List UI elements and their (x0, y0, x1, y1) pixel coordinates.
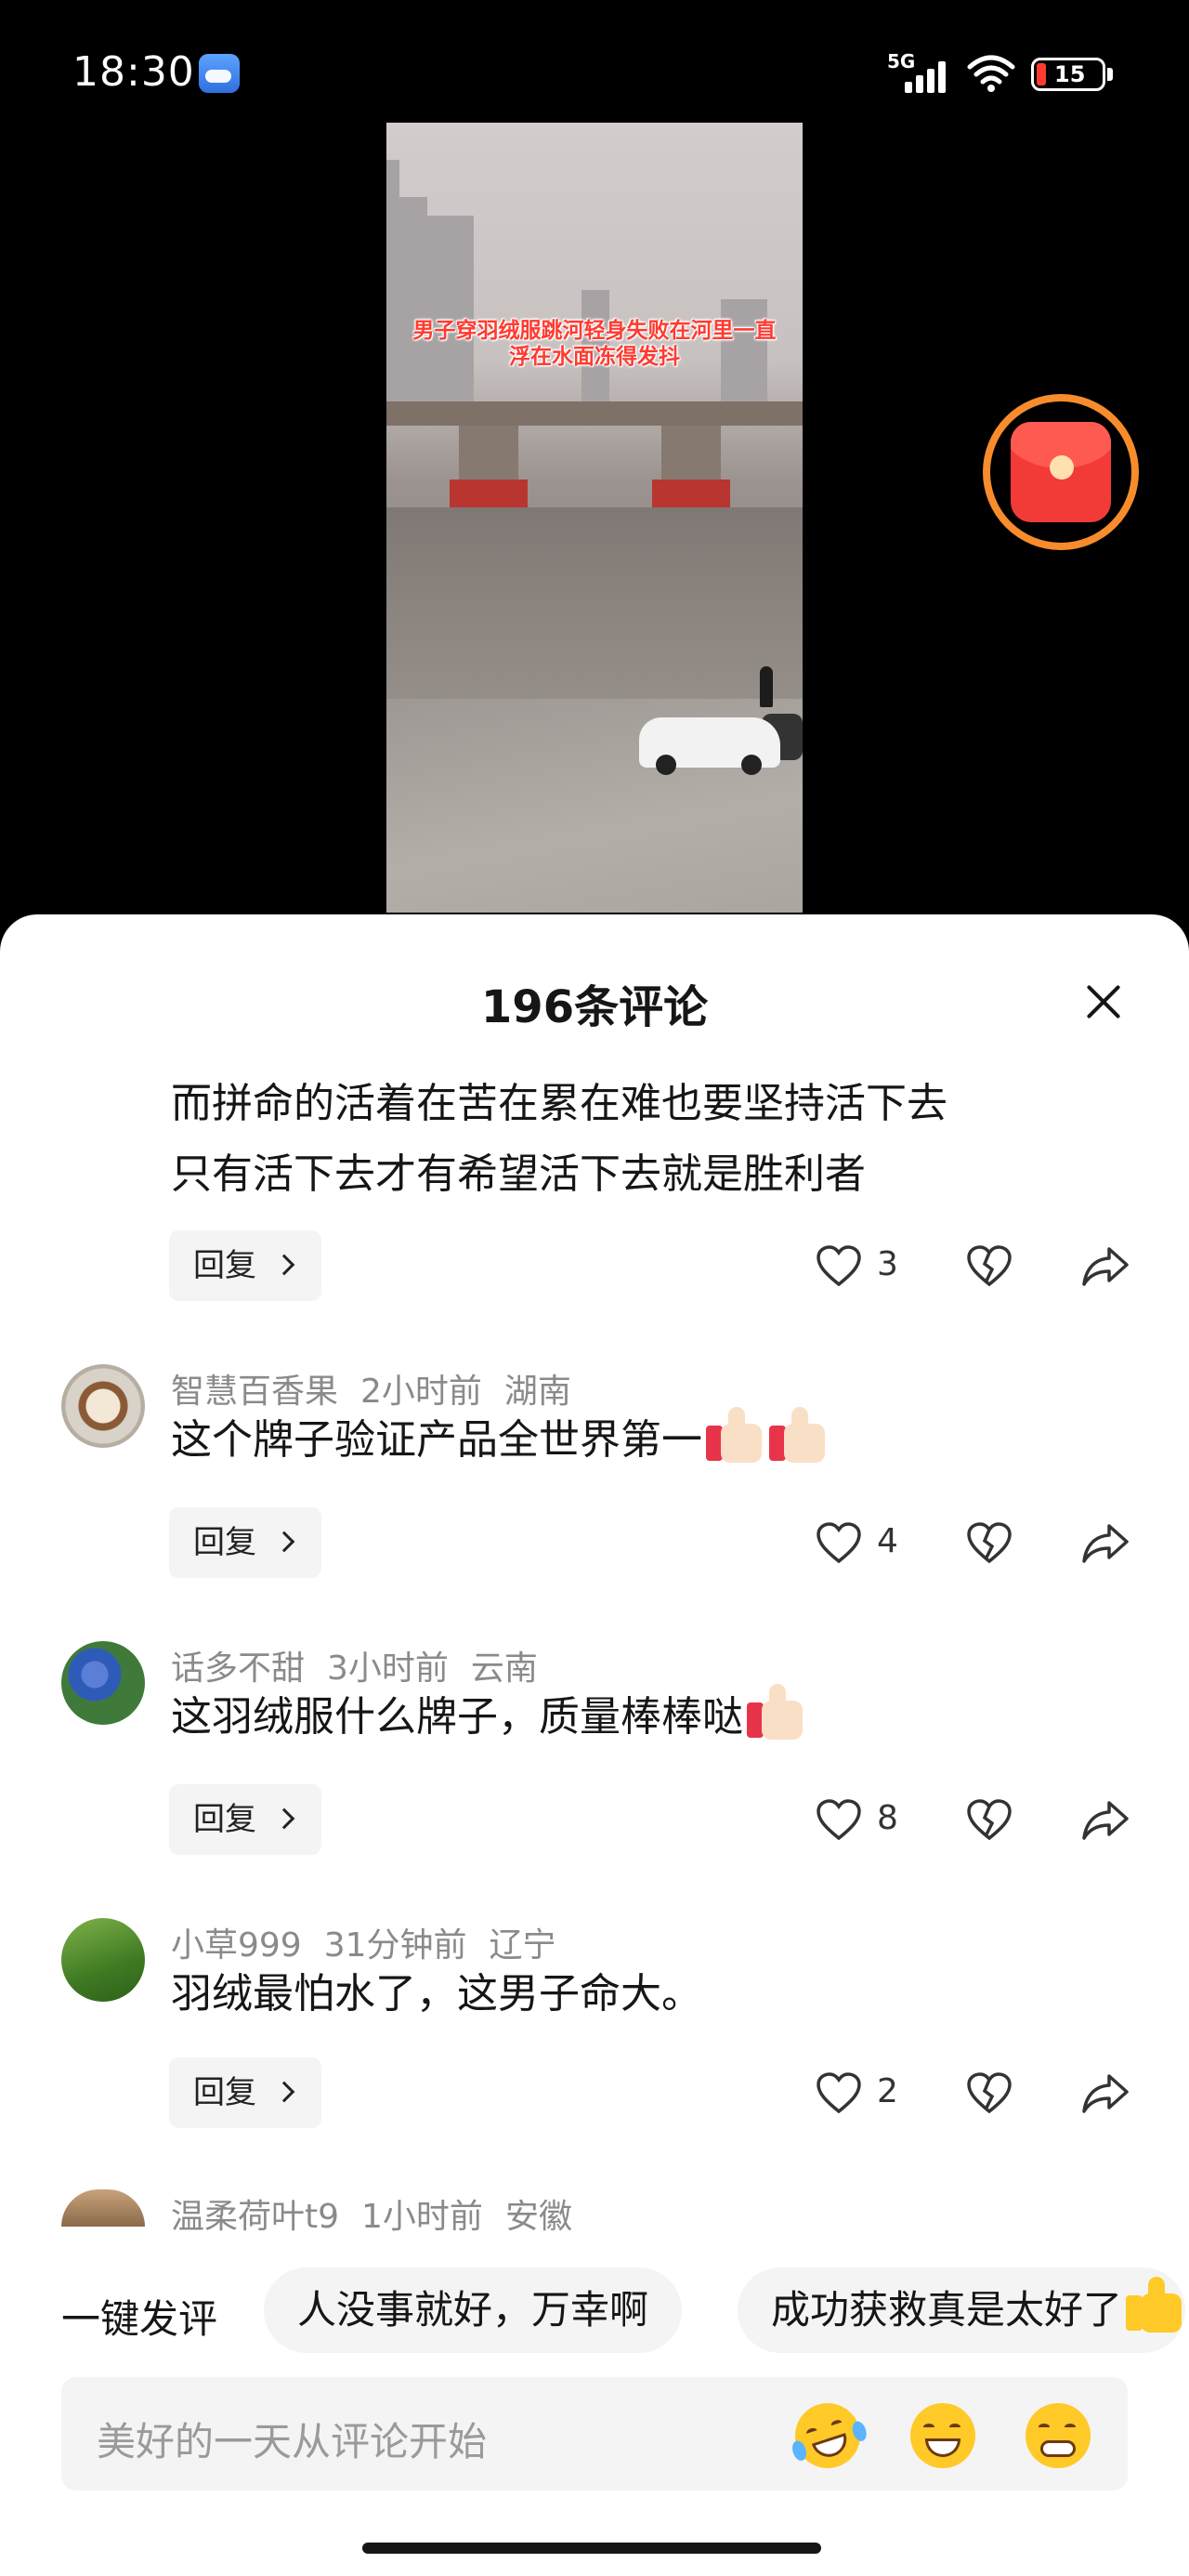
home-indicator[interactable] (362, 2543, 821, 2554)
signal-icon (905, 61, 946, 93)
red-packet-icon[interactable] (983, 394, 1139, 550)
comment-text-line: 而拼命的活着在苦在累在难也要坚持活下去 (171, 1080, 947, 1127)
thumbs-up-emoji (1124, 2275, 1185, 2334)
like-count: 2 (877, 2072, 898, 2110)
status-bar: 18:30 5G 15 (0, 0, 1189, 121)
broken-heart-icon[interactable] (966, 1522, 1013, 1565)
thumbs-up-emoji (704, 1405, 765, 1465)
reply-label: 回复 (193, 1524, 256, 1561)
comment-input[interactable]: 美好的一天从评论开始 (61, 2377, 1128, 2491)
reply-button[interactable]: 回复 (169, 2057, 321, 2128)
weather-icon (199, 54, 240, 93)
comment-input-placeholder: 美好的一天从评论开始 (97, 2419, 488, 2464)
broken-heart-icon[interactable] (966, 1799, 1013, 1842)
reply-button[interactable]: 回复 (169, 1230, 321, 1301)
quick-reply-bar: 一键发评 人没事就好，万幸啊 成功获救真是太好了 (0, 2267, 1189, 2353)
laughing-tears-emoji[interactable] (786, 2394, 869, 2477)
red-packet-coin (1050, 455, 1074, 480)
avatar[interactable] (61, 1364, 145, 1448)
reply-button[interactable]: 回复 (169, 1784, 321, 1855)
comment-text: 这个牌子验证产品全世界第一 (171, 1405, 829, 1476)
wifi-icon (967, 55, 1015, 92)
chevron-right-icon (273, 1531, 295, 1553)
reply-button[interactable]: 回复 (169, 1507, 321, 1578)
share-arrow-icon[interactable] (1081, 1799, 1130, 1842)
comment-username[interactable]: 温柔荷叶t9 (171, 2198, 339, 2236)
comment-body: 这羽绒服什么牌子，质量棒棒哒 (171, 1693, 743, 1741)
close-icon[interactable] (1079, 978, 1128, 1026)
pier-base (450, 480, 528, 507)
like-count: 4 (877, 1522, 898, 1560)
quick-reply-chip-text: 成功获救真是太好了 (771, 2287, 1123, 2333)
building (386, 160, 399, 401)
like-count: 8 (877, 1799, 898, 1837)
comment-text-line: 只有活下去才有希望活下去就是胜利者 (171, 1150, 866, 1198)
chevron-right-icon (273, 1807, 295, 1830)
heart-icon[interactable] (816, 2072, 862, 2115)
battery-level (1037, 63, 1046, 85)
broken-heart-icon[interactable] (966, 1245, 1013, 1288)
battery-tip (1107, 68, 1113, 81)
share-arrow-icon[interactable] (1081, 1245, 1130, 1288)
thumbs-up-emoji (745, 1682, 806, 1741)
broken-heart-icon[interactable] (966, 2072, 1013, 2115)
building (427, 216, 474, 401)
app-root: 18:30 5G 15 男子穿羽绒服跳河轻身失败在河里一直浮在水面冻得发抖 19… (0, 0, 1189, 2576)
chevron-right-icon (273, 1254, 295, 1276)
status-time: 18:30 (72, 48, 195, 96)
comment-text: 羽绒最怕水了，这男子命大。 (171, 1970, 702, 2017)
comment-time: 1小时前 (361, 2198, 483, 2236)
avatar[interactable] (61, 1641, 145, 1725)
heart-icon[interactable] (816, 1245, 862, 1288)
heart-icon[interactable] (816, 1799, 862, 1842)
bridge-deck (386, 401, 803, 426)
reply-label: 回复 (193, 2074, 256, 2111)
share-arrow-icon[interactable] (1081, 2072, 1130, 2115)
reply-label: 回复 (193, 1801, 256, 1838)
building (399, 197, 427, 401)
comments-count-title: 196条评论 (480, 981, 709, 1033)
reply-label: 回复 (193, 1247, 256, 1284)
chevron-right-icon (273, 2081, 295, 2103)
thumbs-up-emoji (767, 1405, 829, 1465)
bridge-pier (459, 426, 518, 480)
share-arrow-icon[interactable] (1081, 1522, 1130, 1565)
quick-reply-chip[interactable]: 人没事就好，万幸啊 (264, 2267, 683, 2353)
battery-icon: 15 (1031, 58, 1105, 91)
comment-text: 这羽绒服什么牌子，质量棒棒哒 (171, 1682, 806, 1753)
comment-meta: 温柔荷叶t9 1小时前 安徽 (171, 2189, 594, 2238)
avatar[interactable] (61, 1918, 145, 2002)
grinning-emoji[interactable] (910, 2403, 975, 2468)
grin-emoji[interactable] (1026, 2403, 1091, 2468)
comment-location: 安徽 (504, 2198, 572, 2236)
pier-base (652, 480, 730, 507)
video-caption: 男子穿羽绒服跳河轻身失败在河里一直浮在水面冻得发抖 (412, 319, 777, 369)
standing-person (760, 666, 773, 707)
like-count: 3 (877, 1245, 898, 1283)
white-car (639, 717, 780, 775)
avatar[interactable] (61, 2189, 145, 2227)
video-player[interactable]: 男子穿羽绒服跳河轻身失败在河里一直浮在水面冻得发抖 (386, 123, 803, 913)
quick-reply-label: 一键发评 (61, 2296, 218, 2342)
quick-reply-chip[interactable]: 成功获救真是太好了 (738, 2267, 1186, 2353)
bridge-pier (661, 426, 721, 480)
red-packet-envelope (1011, 422, 1111, 522)
heart-icon[interactable] (816, 1522, 862, 1565)
comment-body: 这个牌子验证产品全世界第一 (171, 1416, 702, 1464)
battery-percent: 15 (1054, 61, 1086, 87)
